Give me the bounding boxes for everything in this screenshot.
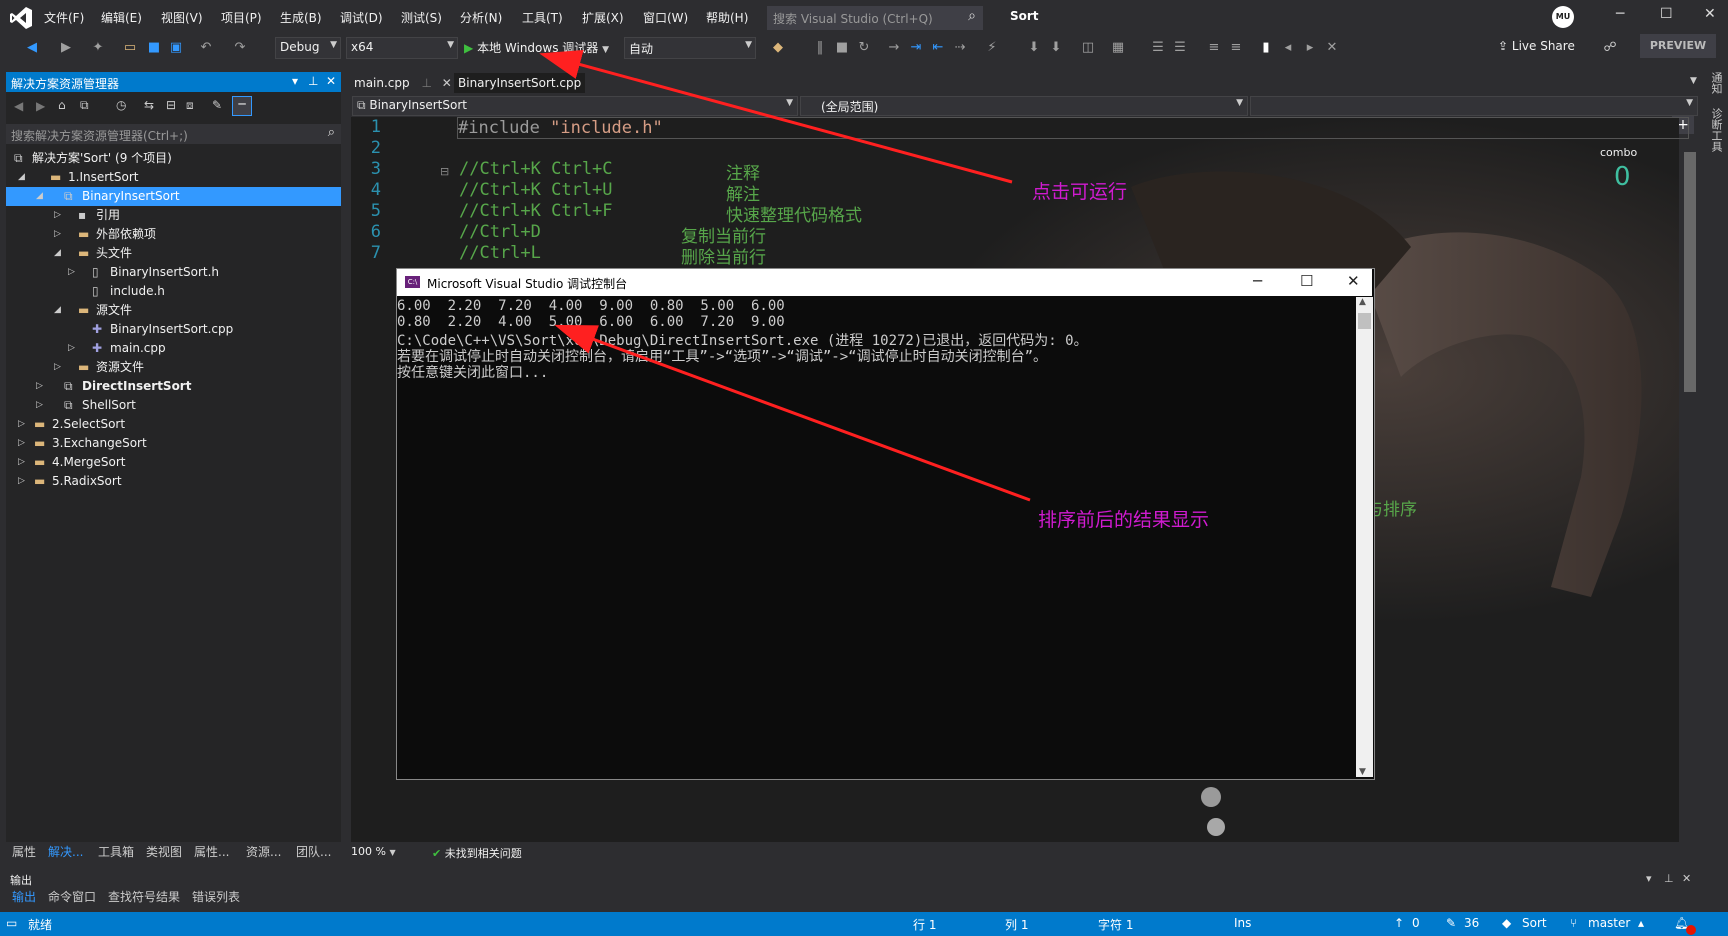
issues-text: 未找到相关问题 [444,847,522,860]
pin-icon[interactable]: ⊥ [1664,872,1674,885]
result-annotation: 排序前后的结果显示 [1038,509,1210,531]
status-ready: 就绪 [28,918,53,932]
status-char: 字符 1 [1098,918,1134,932]
notification-badge [1686,925,1696,935]
output-tab[interactable]: 命令窗口 [48,888,96,905]
output-tab[interactable]: 错误列表 [192,888,240,905]
status-repo[interactable]: Sort [1522,916,1547,930]
issues-indicator[interactable]: ✔ 未找到相关问题 [432,845,522,861]
panel-menu-icon[interactable]: ▾ [1646,872,1652,885]
output-title: 输出 [10,874,32,887]
zoom-level[interactable]: 100 % ▼ [351,845,396,858]
status-bar: ▭ 就绪 行 1 列 1 字符 1 Ins ↑ 0 ✎ 36 ◆ Sort ⑂ … [0,912,1728,936]
output-tab[interactable]: 输出 [12,888,36,905]
status-up-count[interactable]: 0 [1412,916,1420,930]
status-edit-count[interactable]: 36 [1464,916,1479,930]
publish-icon[interactable]: ↑ [1394,916,1404,930]
result-note-arrow [554,324,1031,502]
pencil-icon[interactable]: ✎ [1446,916,1456,930]
status-col: 列 1 [1005,918,1029,932]
close-panel-icon[interactable]: ✕ [1682,872,1691,885]
annotation-arrows [539,49,1031,502]
output-tab[interactable]: 查找符号结果 [108,888,180,905]
run-note-arrow [539,49,1013,184]
status-ins: Ins [1234,916,1252,930]
output-panel [6,866,1706,912]
run-annotation: 点击可运行 [1032,181,1128,203]
repo-icon[interactable]: ◆ [1502,916,1511,930]
status-branch[interactable]: master [1588,916,1630,930]
chevron-up-icon[interactable]: ▴ [1638,916,1644,930]
branch-icon[interactable]: ⑂ [1570,916,1577,930]
check-icon: ✔ [432,847,442,860]
status-ready-icon: ▭ [6,916,18,930]
status-line: 行 1 [913,918,937,932]
